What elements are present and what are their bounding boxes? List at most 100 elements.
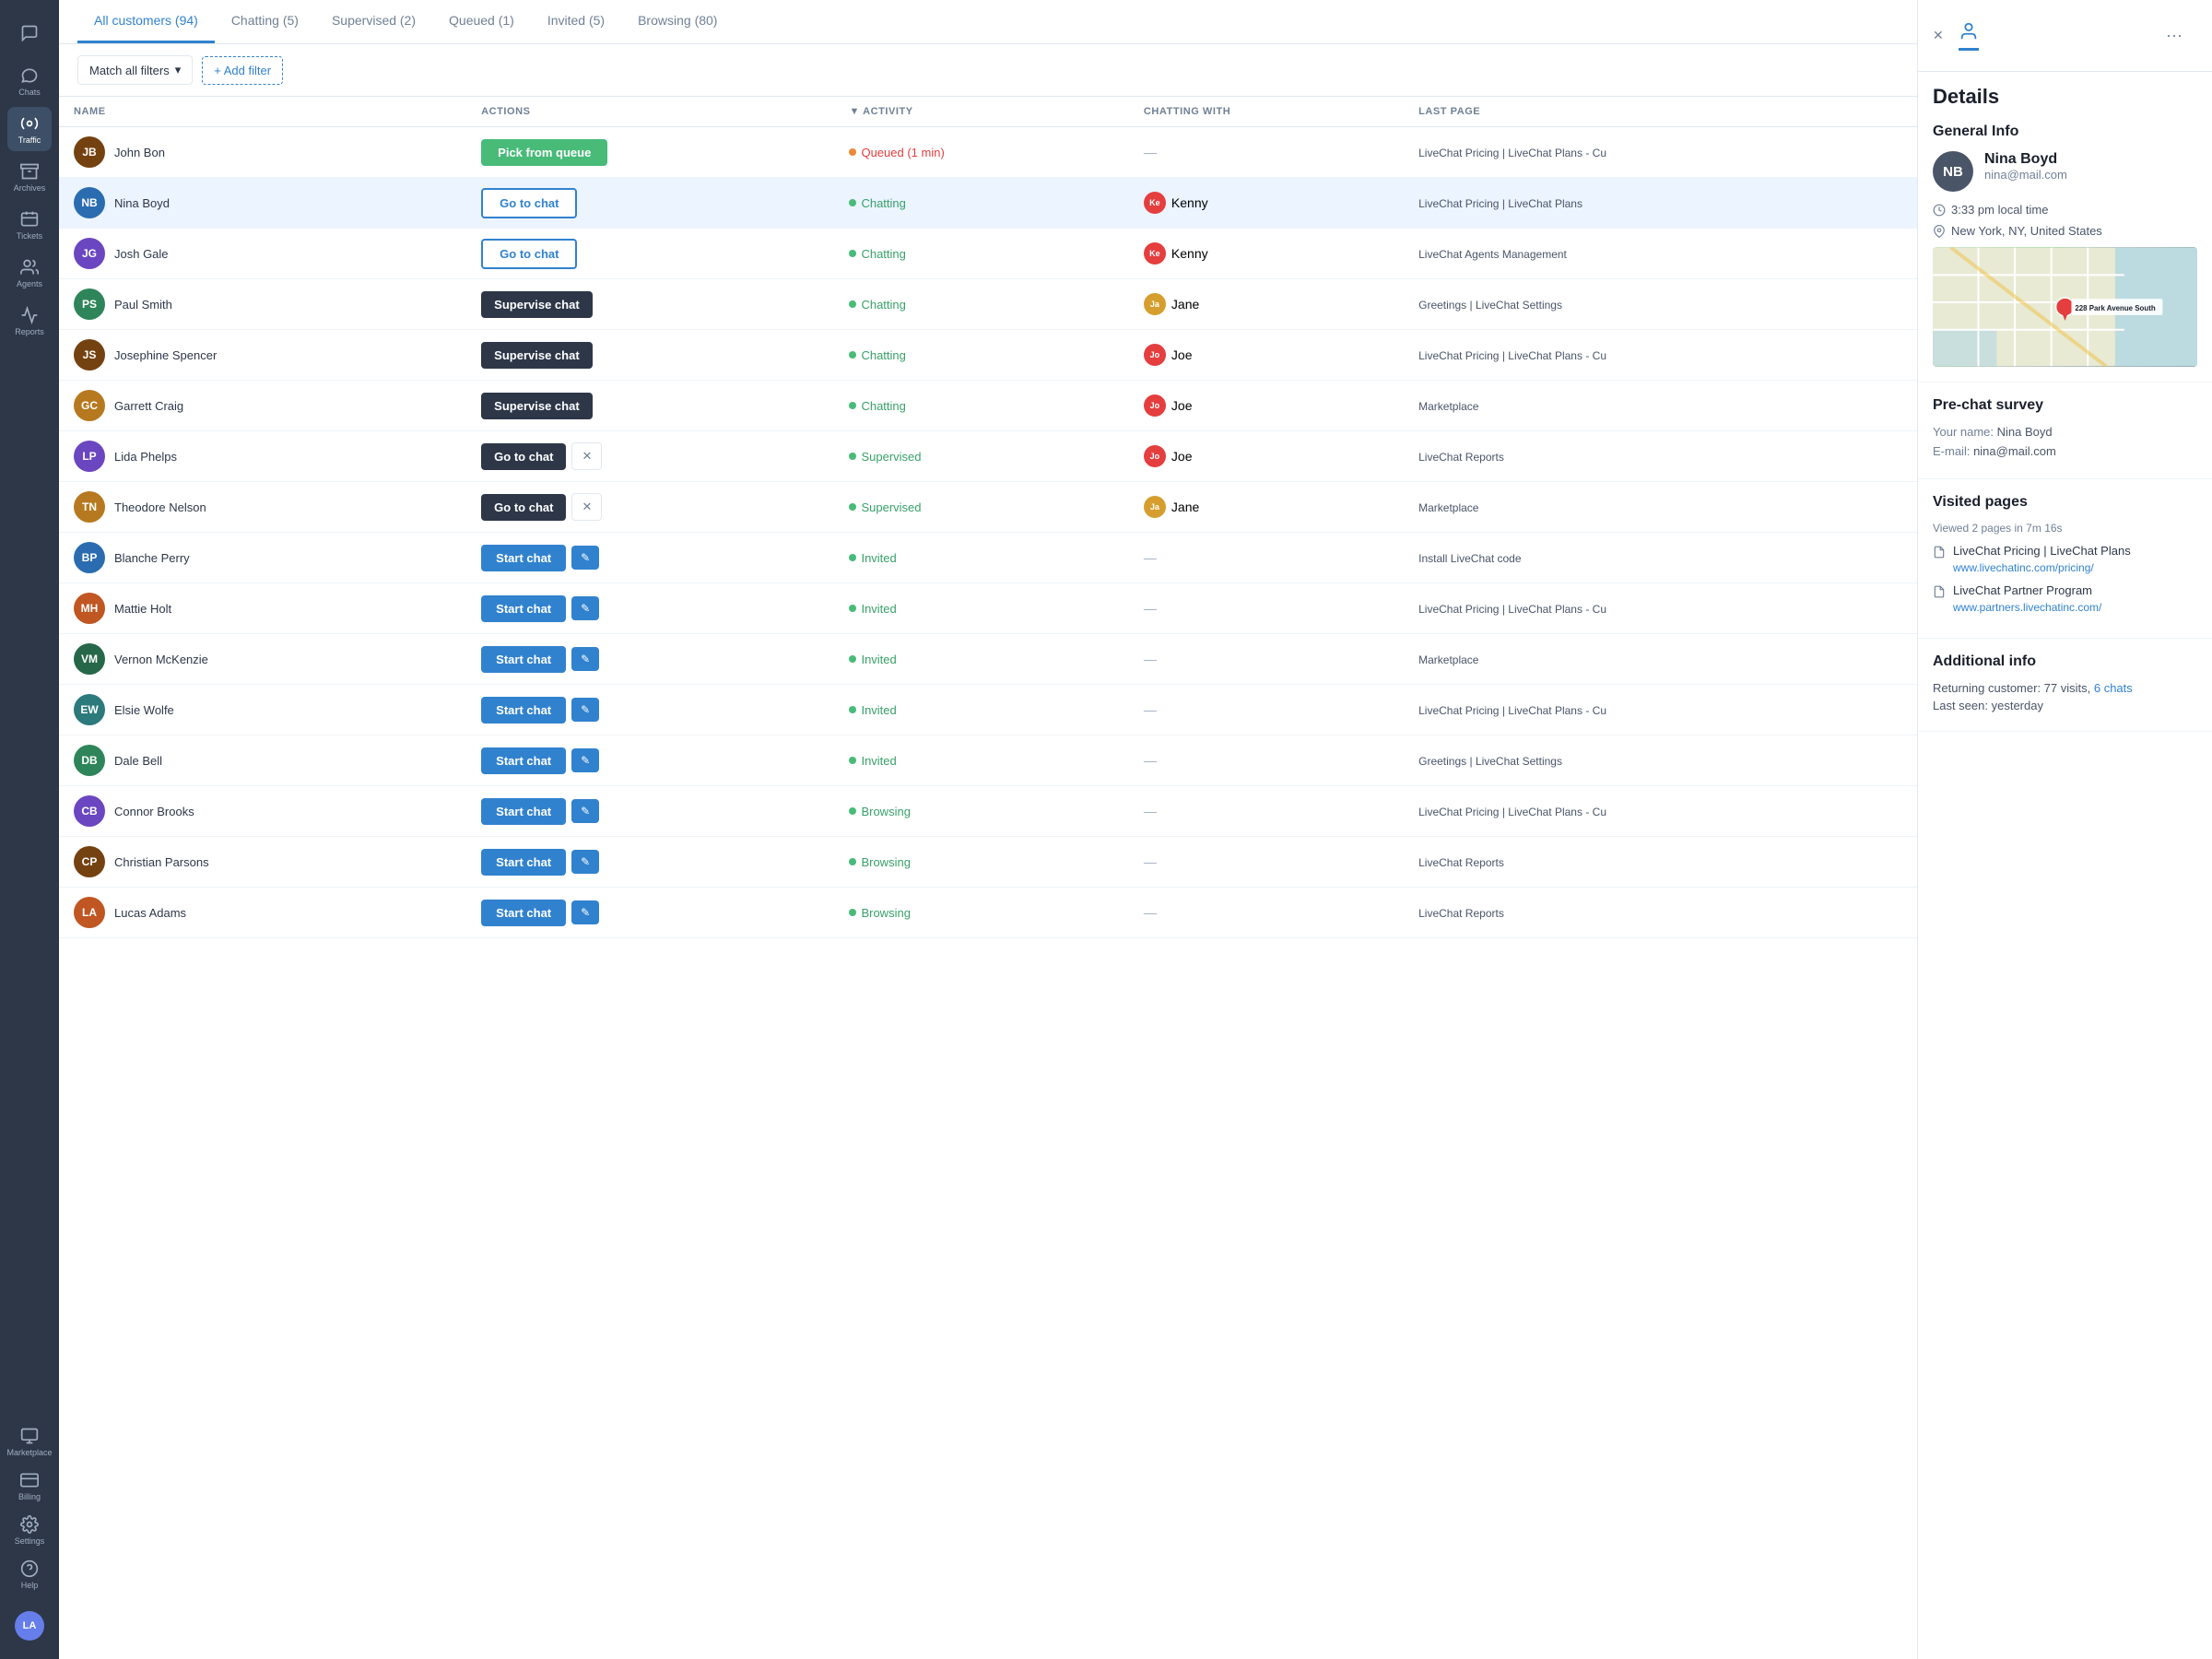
activity-label: Invited	[861, 602, 896, 616]
sidebar-item-billing[interactable]: Billing	[7, 1464, 52, 1508]
name-cell: JS Josephine Spencer	[59, 330, 466, 381]
agent-avatar: Ke	[1144, 242, 1166, 265]
tab-queued[interactable]: Queued (1)	[432, 0, 531, 43]
sidebar-item-chat-bubble[interactable]	[7, 11, 52, 55]
match-all-filters-button[interactable]: Match all filters ▾	[77, 55, 193, 85]
chatting-with-cell: —	[1129, 735, 1404, 786]
last-seen-value: Last seen: yesterday	[1933, 699, 2043, 712]
activity-cell: Chatting	[834, 279, 1128, 330]
activity-cell: Invited	[834, 685, 1128, 735]
chatting-with-cell: Jo Joe	[1129, 330, 1404, 381]
last-seen-row: Last seen: yesterday	[1933, 699, 2197, 712]
customer-avatar: LP	[74, 441, 105, 472]
activity-dot	[849, 554, 856, 561]
go-to-chat-button[interactable]: Go to chat	[481, 239, 577, 269]
supervise-chat-button[interactable]: Supervise chat	[481, 342, 593, 369]
start-chat-button[interactable]: Start chat	[481, 646, 566, 673]
start-chat-button[interactable]: Start chat	[481, 595, 566, 622]
sidebar-item-reports[interactable]: Reports	[7, 299, 52, 343]
customer-name: Mattie Holt	[114, 602, 171, 616]
last-page-value: Marketplace	[1418, 501, 1478, 514]
edit-button[interactable]: ✎	[571, 546, 599, 570]
sidebar-item-tickets[interactable]: Tickets	[7, 203, 52, 247]
customers-table-container: NAME ACTIONS ▼ ACTIVITY CHATTING WITH LA…	[59, 97, 1917, 1659]
agent-name: Joe	[1171, 347, 1193, 362]
close-supervised-button[interactable]: ✕	[571, 493, 602, 521]
chats-link[interactable]: 6 chats	[2094, 681, 2133, 695]
start-chat-button[interactable]: Start chat	[481, 849, 566, 876]
no-agent: —	[1144, 702, 1157, 717]
last-page-cell: LiveChat Pricing | LiveChat Plans - Cu	[1404, 330, 1917, 381]
panel-user-icon[interactable]	[1959, 21, 1979, 51]
edit-button[interactable]: ✎	[571, 799, 599, 823]
last-page-value: LiveChat Reports	[1418, 907, 1504, 920]
sidebar: Chats Traffic Archives Tickets Agents Re…	[0, 0, 59, 1659]
visited-page-1-url[interactable]: www.livechatinc.com/pricing/	[1953, 561, 2094, 574]
last-page-cell: LiveChat Pricing | LiveChat Plans - Cu	[1404, 127, 1917, 178]
customer-avatar: CP	[74, 846, 105, 877]
start-chat-button[interactable]: Start chat	[481, 545, 566, 571]
visited-summary: Viewed 2 pages in 7m 16s	[1933, 522, 2197, 535]
supervise-chat-button[interactable]: Supervise chat	[481, 393, 593, 419]
go-to-chat-button[interactable]: Go to chat	[481, 443, 566, 470]
start-chat-button[interactable]: Start chat	[481, 900, 566, 926]
tab-invited[interactable]: Invited (5)	[531, 0, 621, 43]
customer-name: Josh Gale	[114, 247, 169, 261]
sidebar-item-archives[interactable]: Archives	[7, 155, 52, 199]
edit-button[interactable]: ✎	[571, 596, 599, 620]
edit-button[interactable]: ✎	[571, 698, 599, 722]
name-cell: BP Blanche Perry	[59, 533, 466, 583]
sidebar-item-chats[interactable]: Chats	[7, 59, 52, 103]
agent-avatar: Jo	[1144, 344, 1166, 366]
last-page-cell: LiveChat Agents Management	[1404, 229, 1917, 279]
sidebar-item-help[interactable]: Help	[7, 1552, 52, 1596]
edit-button[interactable]: ✎	[571, 900, 599, 924]
sidebar-label-traffic: Traffic	[18, 135, 41, 145]
activity-label: Invited	[861, 653, 896, 666]
panel-more-button[interactable]: ···	[2166, 13, 2197, 58]
sidebar-item-settings[interactable]: Settings	[7, 1508, 52, 1552]
go-to-chat-button[interactable]: Go to chat	[481, 188, 577, 218]
local-time-row: 3:33 pm local time	[1933, 203, 2197, 217]
supervise-chat-button[interactable]: Supervise chat	[481, 291, 593, 318]
no-agent: —	[1144, 601, 1157, 616]
sidebar-item-agents[interactable]: Agents	[7, 251, 52, 295]
edit-button[interactable]: ✎	[571, 850, 599, 874]
col-actions: ACTIONS	[466, 97, 834, 127]
user-avatar-sidebar[interactable]: LA	[7, 1604, 52, 1648]
go-to-chat-button[interactable]: Go to chat	[481, 494, 566, 521]
activity-label: Browsing	[861, 906, 910, 920]
activity-dot	[849, 757, 856, 764]
last-page-cell: LiveChat Pricing | LiveChat Plans - Cu	[1404, 583, 1917, 634]
chatting-with-cell: —	[1129, 533, 1404, 583]
pick-from-queue-button[interactable]: Pick from queue	[481, 139, 607, 166]
start-chat-button[interactable]: Start chat	[481, 697, 566, 724]
activity-label: Browsing	[861, 805, 910, 818]
add-filter-button[interactable]: + Add filter	[202, 56, 283, 85]
survey-email-label: E-mail:	[1933, 444, 1973, 458]
sidebar-item-traffic[interactable]: Traffic	[7, 107, 52, 151]
chatting-with-cell: —	[1129, 583, 1404, 634]
tab-all-customers[interactable]: All customers (94)	[77, 0, 215, 43]
visited-page-2-title: LiveChat Partner Program	[1953, 583, 2101, 597]
activity-label: Chatting	[861, 196, 905, 210]
tab-chatting[interactable]: Chatting (5)	[215, 0, 315, 43]
tab-supervised[interactable]: Supervised (2)	[315, 0, 432, 43]
start-chat-button[interactable]: Start chat	[481, 798, 566, 825]
customer-name: Dale Bell	[114, 754, 162, 768]
customer-name: Paul Smith	[114, 298, 172, 312]
panel-close-icon[interactable]: ✕	[1933, 28, 1944, 43]
last-page-cell: Greetings | LiveChat Settings	[1404, 735, 1917, 786]
tab-browsing[interactable]: Browsing (80)	[621, 0, 734, 43]
activity-dot	[849, 250, 856, 257]
close-supervised-button[interactable]: ✕	[571, 442, 602, 470]
customer-avatar: DB	[74, 745, 105, 776]
edit-button[interactable]: ✎	[571, 647, 599, 671]
visited-page-2-url[interactable]: www.partners.livechatinc.com/	[1953, 601, 2101, 614]
table-row: GC Garrett Craig Supervise chat Chatting…	[59, 381, 1917, 431]
action-cell: Start chat✎	[466, 583, 834, 634]
edit-button[interactable]: ✎	[571, 748, 599, 772]
start-chat-button[interactable]: Start chat	[481, 747, 566, 774]
sidebar-item-marketplace[interactable]: Marketplace	[7, 1419, 52, 1464]
agent-avatar: Ja	[1144, 496, 1166, 518]
